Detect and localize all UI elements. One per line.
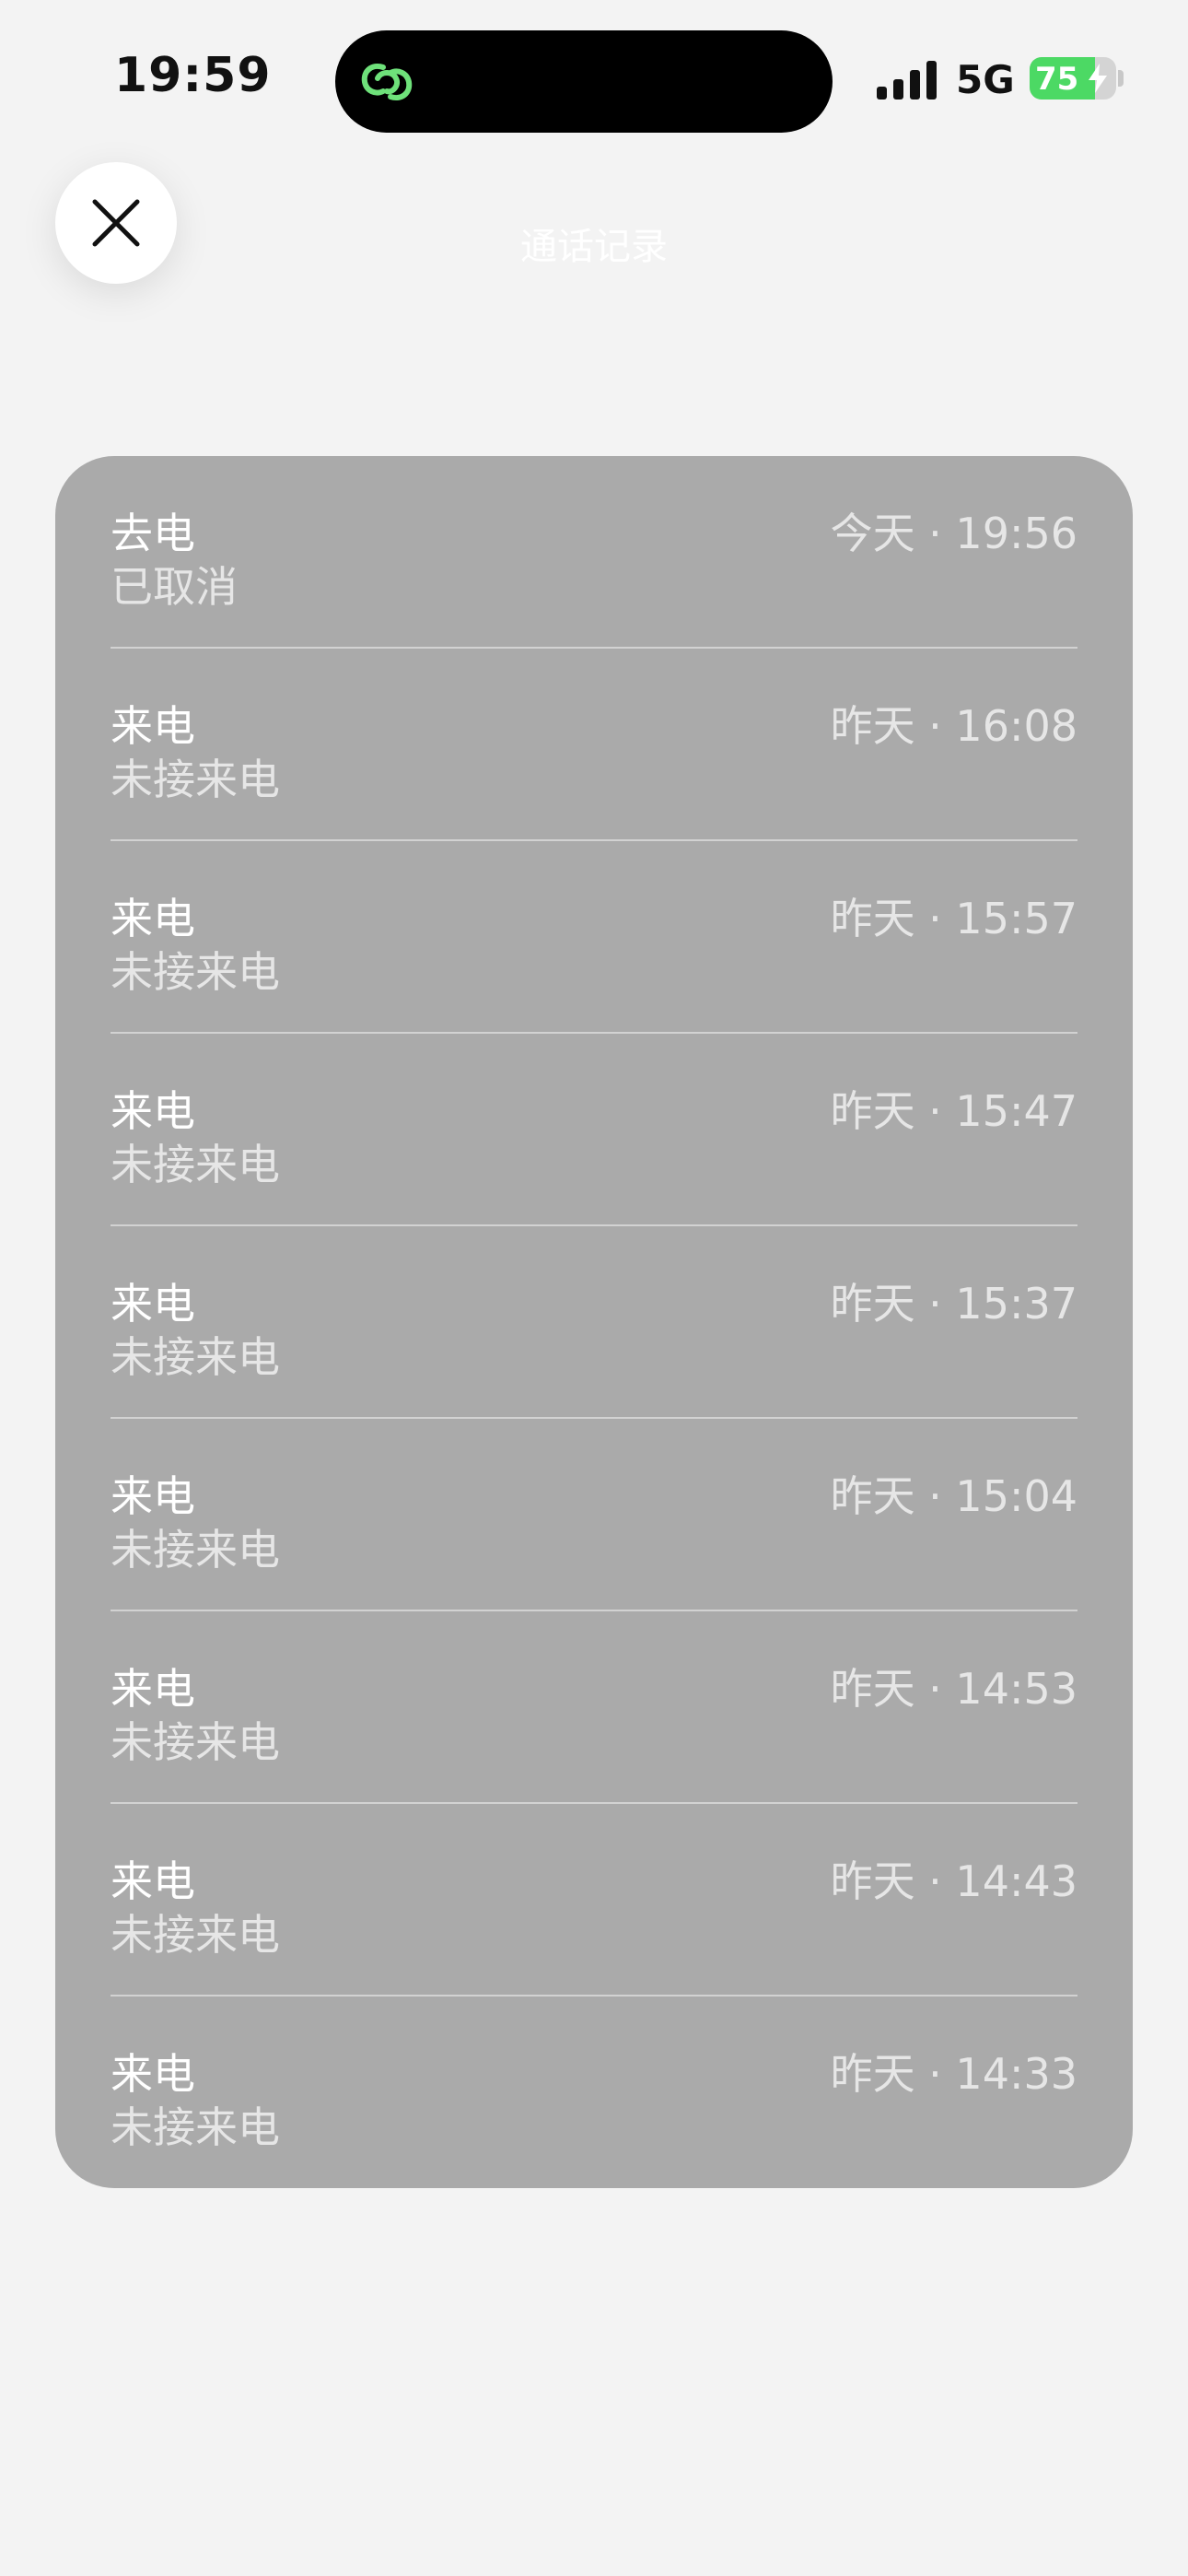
call-time: 今天 · 19:56	[830, 509, 1077, 558]
battery-level: 75	[1035, 61, 1079, 98]
call-status: 未接来电	[111, 1717, 280, 1767]
call-time: 昨天 · 15:57	[830, 894, 1077, 943]
dynamic-island[interactable]	[335, 30, 833, 133]
call-log-row[interactable]: 来电 未接来电 昨天 · 14:53	[111, 1611, 1077, 1804]
call-log-row[interactable]: 来电 未接来电 昨天 · 15:47	[111, 1034, 1077, 1226]
call-log-row[interactable]: 去电 已取消 今天 · 19:56	[111, 456, 1077, 649]
call-log-row[interactable]: 来电 未接来电 昨天 · 15:04	[111, 1419, 1077, 1611]
call-type: 来电	[111, 894, 195, 943]
call-type: 来电	[111, 701, 195, 751]
call-log-row[interactable]: 来电 未接来电 昨天 · 14:33	[111, 1996, 1077, 2189]
call-status: 未接来电	[111, 1140, 280, 1189]
call-log-list: 去电 已取消 今天 · 19:56 来电 未接来电 昨天 · 16:08 来电 …	[55, 456, 1133, 2188]
page-title: 通话记录	[520, 226, 668, 268]
call-type: 来电	[111, 1279, 195, 1329]
call-type: 来电	[111, 2049, 195, 2099]
battery-indicator: 75	[1030, 57, 1116, 100]
network-type: 5G	[956, 57, 1015, 102]
call-status: 未接来电	[111, 1910, 280, 1960]
call-type: 去电	[111, 509, 195, 558]
call-log-row[interactable]: 来电 未接来电 昨天 · 14:43	[111, 1804, 1077, 1996]
call-status: 未接来电	[111, 755, 280, 804]
call-log-row[interactable]: 来电 未接来电 昨天 · 15:37	[111, 1226, 1077, 1419]
call-log-row[interactable]: 来电 未接来电 昨天 · 16:08	[111, 649, 1077, 841]
call-log-row[interactable]: 来电 未接来电 昨天 · 15:57	[111, 841, 1077, 1034]
call-type: 来电	[111, 1471, 195, 1521]
battery-cap	[1118, 70, 1124, 87]
call-type: 来电	[111, 1664, 195, 1714]
call-status: 未接来电	[111, 1332, 280, 1382]
status-time: 19:59	[114, 48, 272, 103]
link-app-icon	[361, 64, 413, 100]
call-status: 未接来电	[111, 947, 280, 997]
call-status: 已取消	[111, 562, 238, 612]
charging-bolt-icon	[1089, 64, 1107, 93]
call-time: 昨天 · 14:43	[830, 1856, 1077, 1906]
call-time: 昨天 · 16:08	[830, 701, 1077, 751]
call-time: 昨天 · 15:47	[830, 1086, 1077, 1136]
call-type: 来电	[111, 1856, 195, 1906]
call-time: 昨天 · 15:04	[830, 1471, 1077, 1521]
call-type: 来电	[111, 1086, 195, 1136]
call-time: 昨天 · 14:53	[830, 1664, 1077, 1714]
call-status: 未接来电	[111, 1525, 280, 1575]
call-log-screen: 19:59 5G 75 通话记录 去电 已取消 今天 · 19:56 来电 未接…	[0, 0, 1188, 2576]
call-time: 昨天 · 15:37	[830, 1279, 1077, 1329]
call-time: 昨天 · 14:33	[830, 2049, 1077, 2099]
call-status: 未接来电	[111, 2102, 280, 2152]
cellular-signal-icon	[877, 61, 937, 100]
